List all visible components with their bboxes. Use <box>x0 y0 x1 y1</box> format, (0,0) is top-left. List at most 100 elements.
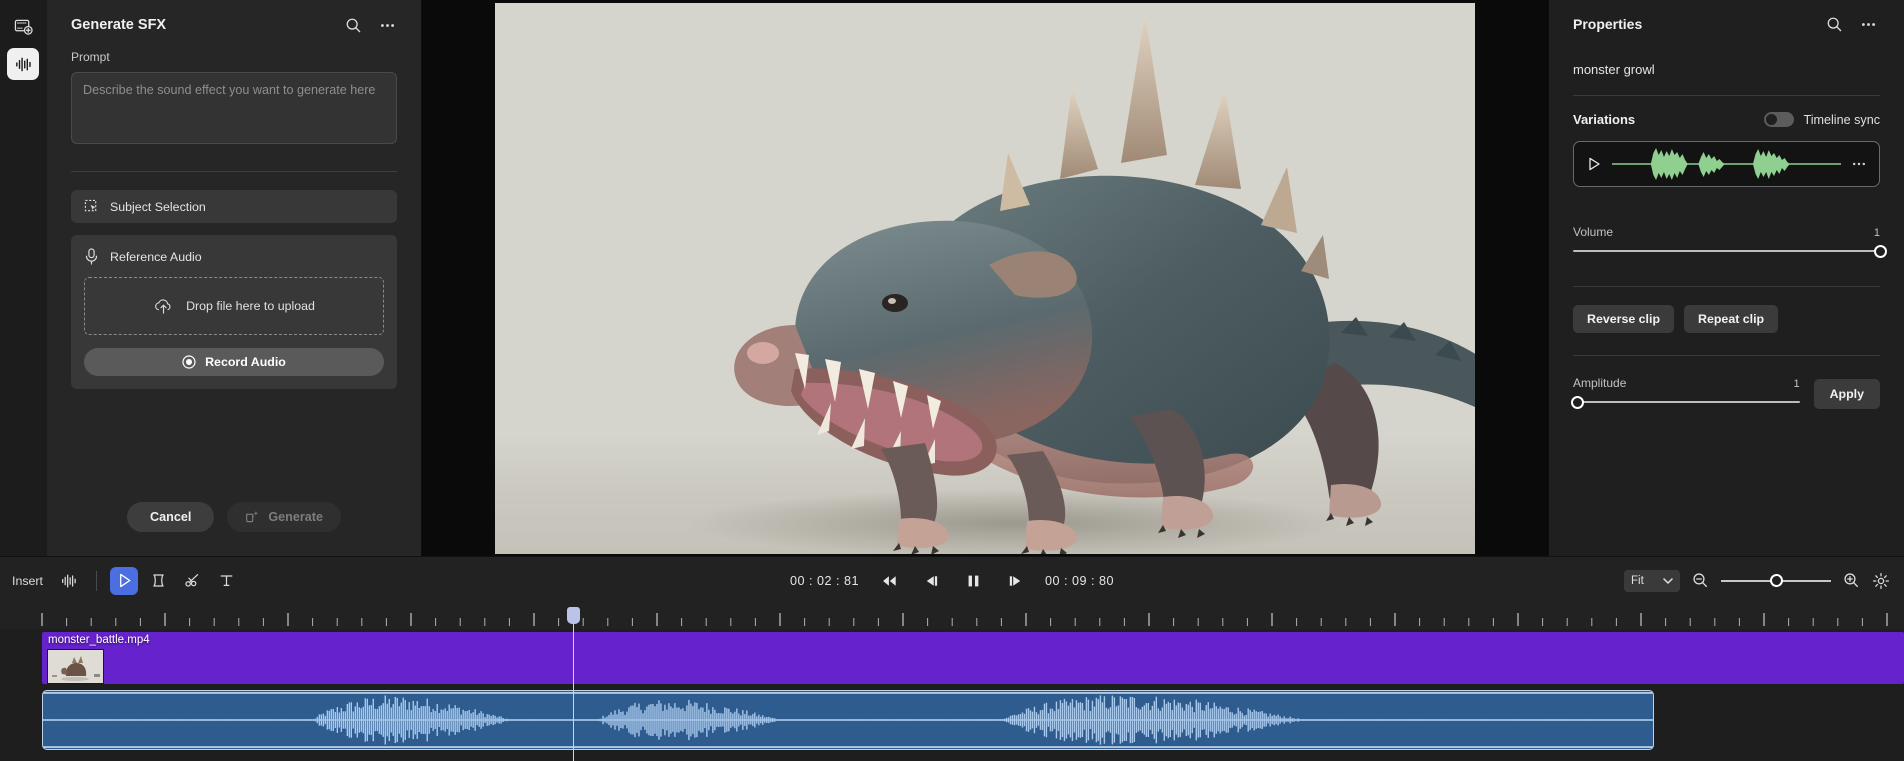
sfx-panel-footer: Cancel Generate <box>47 488 421 556</box>
audio-waveform-icon <box>62 574 76 587</box>
timeline-sync-toggle[interactable] <box>1764 112 1795 127</box>
prompt-input[interactable] <box>71 72 397 144</box>
sfx-more-button[interactable] <box>375 13 399 37</box>
volume-slider[interactable] <box>1573 244 1887 258</box>
generate-sfx-panel: Generate SFX Prompt Describe the sound e… <box>47 0 422 556</box>
amplitude-slider-handle[interactable] <box>1571 395 1584 409</box>
skip-back-button[interactable] <box>877 569 901 593</box>
reference-audio-card: Reference Audio Drop file here to upload… <box>71 235 397 389</box>
fit-dropdown[interactable]: Fit <box>1624 569 1680 592</box>
monster-creature-image <box>685 12 1475 554</box>
video-frame <box>495 2 1475 554</box>
more-options-icon <box>380 23 394 27</box>
volume-label: Volume <box>1573 225 1614 239</box>
properties-more-button[interactable] <box>1856 12 1880 36</box>
zoom-out-button[interactable] <box>1692 572 1709 589</box>
timeline[interactable]: monster_battle.mp4 <box>0 604 1904 761</box>
variation-more-button[interactable] <box>1851 156 1867 172</box>
add-media-icon <box>14 19 33 35</box>
clip-actions-section: Reverse clip Repeat clip <box>1573 287 1880 355</box>
pause-button[interactable] <box>961 569 985 593</box>
selected-clip-name: monster growl <box>1573 62 1655 77</box>
subject-selection-row[interactable]: Subject Selection <box>71 190 397 223</box>
crop-tool[interactable] <box>144 567 172 595</box>
microphone-icon <box>85 248 98 265</box>
select-arrow-icon <box>119 573 130 588</box>
volume-slider-handle[interactable] <box>1874 244 1887 258</box>
search-icon <box>1827 17 1841 31</box>
video-preview-area[interactable] <box>422 0 1548 556</box>
amplitude-slider-track <box>1573 401 1800 403</box>
properties-panel: Properties monster growl Variations Time… <box>1548 0 1904 556</box>
generate-button[interactable]: Generate <box>227 502 341 532</box>
insert-button[interactable]: Insert <box>12 574 49 588</box>
thumbnail-image <box>48 650 103 683</box>
variations-label: Variations <box>1573 112 1636 127</box>
variation-item[interactable] <box>1573 141 1880 187</box>
zoom-slider[interactable] <box>1721 574 1831 588</box>
more-options-icon <box>1861 22 1875 26</box>
video-clip-label: monster_battle.mp4 <box>48 634 150 646</box>
reference-audio-header: Reference Audio <box>84 248 384 265</box>
audio-waveform <box>43 692 1653 748</box>
settings-gear-icon <box>1872 572 1890 589</box>
cut-tool[interactable] <box>178 567 206 595</box>
pause-icon <box>968 575 978 586</box>
amplitude-slider[interactable] <box>1571 395 1800 409</box>
audio-waveform-icon <box>15 57 31 71</box>
clip-thumbnail <box>47 649 104 684</box>
timeline-ruler[interactable] <box>0 604 1904 629</box>
cancel-button[interactable]: Cancel <box>127 502 215 532</box>
volume-value: 1 <box>1873 227 1880 239</box>
rail-item-audio[interactable] <box>7 48 39 80</box>
repeat-clip-button[interactable]: Repeat clip <box>1684 305 1779 333</box>
properties-search-button[interactable] <box>1822 12 1846 36</box>
generate-label: Generate <box>268 510 323 524</box>
playhead-handle[interactable] <box>567 607 580 624</box>
zoom-out-icon <box>1693 573 1708 588</box>
file-dropzone[interactable]: Drop file here to upload <box>84 277 384 335</box>
step-back-button[interactable] <box>919 569 943 593</box>
select-tool[interactable] <box>110 566 138 595</box>
zoom-slider-handle[interactable] <box>1770 574 1783 587</box>
playback-controls: 00 : 02 : 81 00 : 09 : 80 <box>790 569 1114 593</box>
tool-separator <box>96 570 97 591</box>
zoom-in-button[interactable] <box>1843 572 1860 589</box>
properties-header: Properties <box>1573 0 1880 48</box>
cloud-upload-icon <box>155 299 171 314</box>
fit-label: Fit <box>1631 574 1644 587</box>
sparkle-generate-icon <box>246 510 259 522</box>
crop-tool-icon <box>152 574 164 587</box>
properties-title: Properties <box>1573 16 1643 32</box>
apply-button[interactable]: Apply <box>1813 379 1880 409</box>
dropzone-label: Drop file here to upload <box>186 299 315 313</box>
skip-back-icon <box>882 575 896 586</box>
search-icon <box>346 18 360 32</box>
variations-section: Variations Timeline sync <box>1573 96 1880 203</box>
toggle-knob <box>1766 114 1778 125</box>
rail-item-add-media[interactable] <box>7 10 39 42</box>
subject-select-icon <box>84 199 97 212</box>
chevron-down-icon <box>1663 577 1673 584</box>
video-clip[interactable]: monster_battle.mp4 <box>42 632 1904 684</box>
variations-header: Variations Timeline sync <box>1573 112 1880 127</box>
playhead[interactable] <box>567 607 580 761</box>
amplitude-section: Amplitude 1 Apply <box>1571 356 1880 425</box>
reverse-clip-button[interactable]: Reverse clip <box>1573 305 1675 333</box>
sfx-panel-header: Generate SFX <box>47 0 421 50</box>
play-icon[interactable] <box>1586 156 1602 172</box>
audio-clip[interactable] <box>42 690 1654 750</box>
subject-selection-label: Subject Selection <box>110 199 206 214</box>
sfx-panel-body: Prompt Subject Selection Reference <box>47 50 421 488</box>
step-forward-button[interactable] <box>1003 569 1027 593</box>
sfx-search-button[interactable] <box>341 13 365 37</box>
left-rail <box>0 0 46 556</box>
text-tool[interactable] <box>212 567 240 595</box>
settings-button[interactable] <box>1872 572 1890 590</box>
record-audio-button[interactable]: Record Audio <box>84 348 384 376</box>
text-tool-icon <box>220 575 232 587</box>
audio-tool-button[interactable] <box>55 567 83 595</box>
zoom-controls: Fit <box>1624 569 1890 592</box>
record-audio-label: Record Audio <box>205 355 286 369</box>
prompt-label: Prompt <box>71 50 110 64</box>
